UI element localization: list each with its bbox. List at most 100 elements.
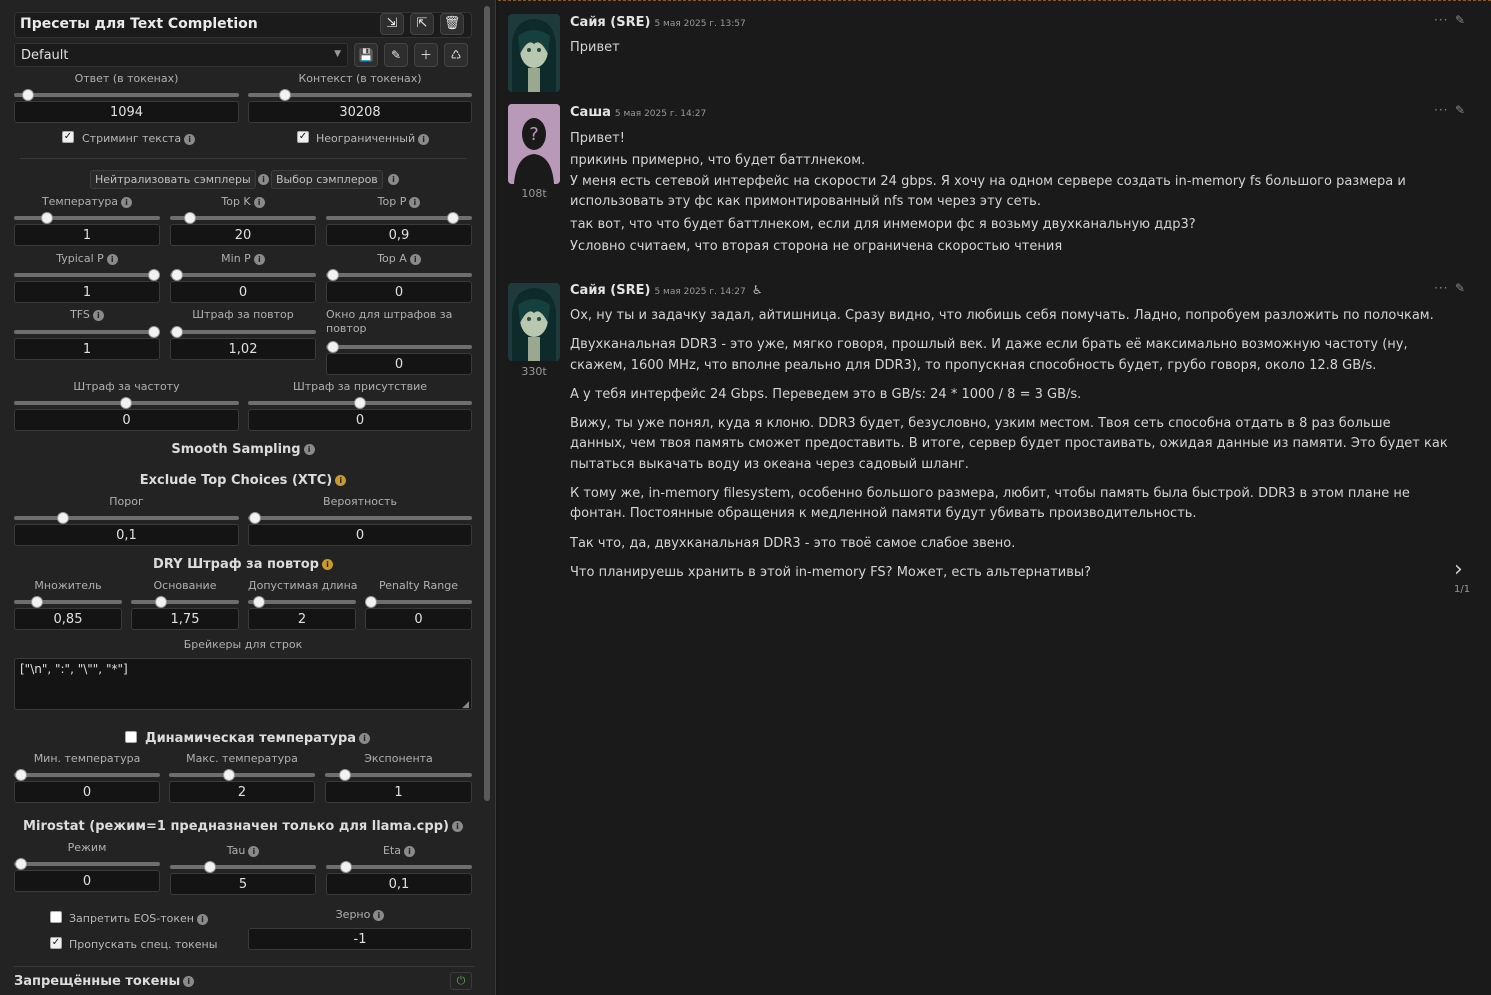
more-options-icon[interactable]: ··· <box>1434 281 1448 295</box>
mirostat-mode-input[interactable]: 0 <box>14 870 160 892</box>
neutralize-samplers-button[interactable]: Нейтрализовать сэмплеры <box>90 170 256 189</box>
exponent-input[interactable]: 1 <box>325 781 472 803</box>
tfs-slider[interactable] <box>14 330 160 334</box>
tfs-input[interactable]: 1 <box>14 338 160 360</box>
rep-penalty-input[interactable]: 1,02 <box>170 338 316 360</box>
exponent-slider-handle[interactable] <box>339 769 351 781</box>
rep-penalty-slider-handle[interactable] <box>171 326 183 338</box>
mirostat-mode-slider[interactable] <box>14 862 160 866</box>
rep-window-slider[interactable] <box>326 345 472 349</box>
streaming-checkbox[interactable]: ✓ <box>62 131 74 143</box>
dynamic-temp-checkbox[interactable] <box>125 731 137 743</box>
max-temp-slider-handle[interactable] <box>223 769 235 781</box>
presence-penalty-input[interactable]: 0 <box>248 409 472 431</box>
rename-preset-button[interactable]: ✎ <box>384 43 408 67</box>
sequence-breakers-textarea[interactable]: ["\n", ":", "\"", "*"] ◢ <box>14 658 472 710</box>
typicalp-slider[interactable] <box>14 273 160 277</box>
mirostat-tau-slider[interactable] <box>170 865 316 869</box>
mirostat-tau-input[interactable]: 5 <box>170 873 316 895</box>
topp-input[interactable]: 0,9 <box>326 224 472 246</box>
xtc-probability-slider-handle[interactable] <box>249 512 261 524</box>
preset-select[interactable]: Default ▼ <box>14 43 348 67</box>
mirostat-eta-slider-handle[interactable] <box>340 861 352 873</box>
mirostat-tau-slider-handle[interactable] <box>204 861 216 873</box>
topa-input[interactable]: 0 <box>326 281 472 303</box>
topk-input[interactable]: 20 <box>170 224 316 246</box>
dry-base-slider-handle[interactable] <box>155 596 167 608</box>
mirostat-eta-input[interactable]: 0,1 <box>326 873 472 895</box>
topp-slider-handle[interactable] <box>447 212 459 224</box>
max-temp-slider[interactable] <box>169 773 315 777</box>
more-options-icon[interactable]: ··· <box>1434 13 1448 27</box>
topa-slider[interactable] <box>326 273 472 277</box>
avatar[interactable]: ? <box>508 104 560 184</box>
sampler-select-button[interactable]: Выбор сэмплеров <box>271 170 383 189</box>
xtc-threshold-slider-handle[interactable] <box>57 512 69 524</box>
temperature-input[interactable]: 1 <box>14 224 160 246</box>
xtc-threshold-input[interactable]: 0,1 <box>14 524 239 546</box>
import-preset-button[interactable]: ⇲ <box>380 13 404 35</box>
dry-penalty-range-slider-handle[interactable] <box>365 596 377 608</box>
rep-penalty-slider[interactable] <box>170 330 316 334</box>
smooth-sampling-header[interactable]: Smooth Sampling i <box>14 442 472 457</box>
power-toggle-icon[interactable]: ⏻ <box>450 972 472 990</box>
context-tokens-input[interactable]: 30208 <box>248 101 472 123</box>
xtc-probability-input[interactable]: 0 <box>248 524 472 546</box>
freq-penalty-slider-handle[interactable] <box>120 397 132 409</box>
settings-scrollbar[interactable] <box>484 6 490 801</box>
more-options-icon[interactable]: ··· <box>1434 103 1448 117</box>
edit-message-icon[interactable]: ✎ <box>1455 281 1465 295</box>
skip-special-tokens-checkbox[interactable]: ✓ <box>50 937 62 949</box>
presence-penalty-slider-handle[interactable] <box>354 397 366 409</box>
delete-preset-button[interactable]: 🗑 <box>440 13 464 35</box>
dry-penalty-range-slider[interactable] <box>365 600 472 604</box>
message-paragraph: Ох, ну ты и задачку задал, айтишница. Ср… <box>570 308 1434 323</box>
mirostat-mode-slider-handle[interactable] <box>15 858 27 870</box>
freq-penalty-input[interactable]: 0 <box>14 409 239 431</box>
topa-slider-handle[interactable] <box>327 269 339 281</box>
message-line: Привет! <box>570 131 625 146</box>
restore-preset-button[interactable]: ♺ <box>444 43 468 67</box>
min-temp-input[interactable]: 0 <box>14 781 160 803</box>
export-preset-button[interactable]: ⇱ <box>410 13 434 35</box>
tfs-slider-handle[interactable] <box>148 326 160 338</box>
banned-tokens-header[interactable]: Запрещённые токены i <box>14 974 195 989</box>
edit-message-icon[interactable]: ✎ <box>1455 13 1465 27</box>
seed-input[interactable]: -1 <box>248 928 472 950</box>
minp-input[interactable]: 0 <box>170 281 316 303</box>
new-preset-button[interactable]: ＋ <box>414 43 438 67</box>
dry-allowed-length-slider-handle[interactable] <box>253 596 265 608</box>
response-slider-handle[interactable] <box>22 89 34 101</box>
save-preset-button[interactable]: 💾 <box>354 43 378 67</box>
context-slider-handle[interactable] <box>279 89 291 101</box>
unlimited-checkbox[interactable]: ✓ <box>297 131 309 143</box>
minp-slider-handle[interactable] <box>171 269 183 281</box>
rep-window-slider-handle[interactable] <box>327 341 339 353</box>
typicalp-slider-handle[interactable] <box>148 269 160 281</box>
avatar[interactable] <box>508 283 560 361</box>
dry-multiplier-slider-handle[interactable] <box>31 596 43 608</box>
dry-allowed-length-input[interactable]: 2 <box>248 608 356 630</box>
topk-slider-handle[interactable] <box>184 212 196 224</box>
response-slider[interactable] <box>14 93 239 97</box>
dry-base-slider[interactable] <box>131 600 239 604</box>
rep-window-input[interactable]: 0 <box>326 353 472 375</box>
temperature-slider[interactable] <box>14 216 160 220</box>
xtc-probability-slider[interactable] <box>248 516 472 520</box>
minp-slider[interactable] <box>170 273 316 277</box>
ban-eos-checkbox[interactable] <box>50 911 62 923</box>
min-temp-slider[interactable] <box>14 773 160 777</box>
message-paragraph: А у тебя интерфейс 24 Gbps. Переведем эт… <box>570 386 1082 402</box>
temperature-slider-handle[interactable] <box>41 212 53 224</box>
dry-base-input[interactable]: 1,75 <box>131 608 239 630</box>
response-tokens-input[interactable]: 1094 <box>14 101 239 123</box>
typicalp-input[interactable]: 1 <box>14 281 160 303</box>
xtc-threshold-slider[interactable] <box>14 516 239 520</box>
min-temp-slider-handle[interactable] <box>15 769 27 781</box>
dry-multiplier-input[interactable]: 0,85 <box>14 608 122 630</box>
max-temp-input[interactable]: 2 <box>169 781 315 803</box>
edit-message-icon[interactable]: ✎ <box>1455 103 1465 117</box>
avatar[interactable] <box>508 14 560 92</box>
next-swipe-chevron-icon[interactable]: › <box>1454 557 1463 582</box>
dry-penalty-range-input[interactable]: 0 <box>365 608 472 630</box>
